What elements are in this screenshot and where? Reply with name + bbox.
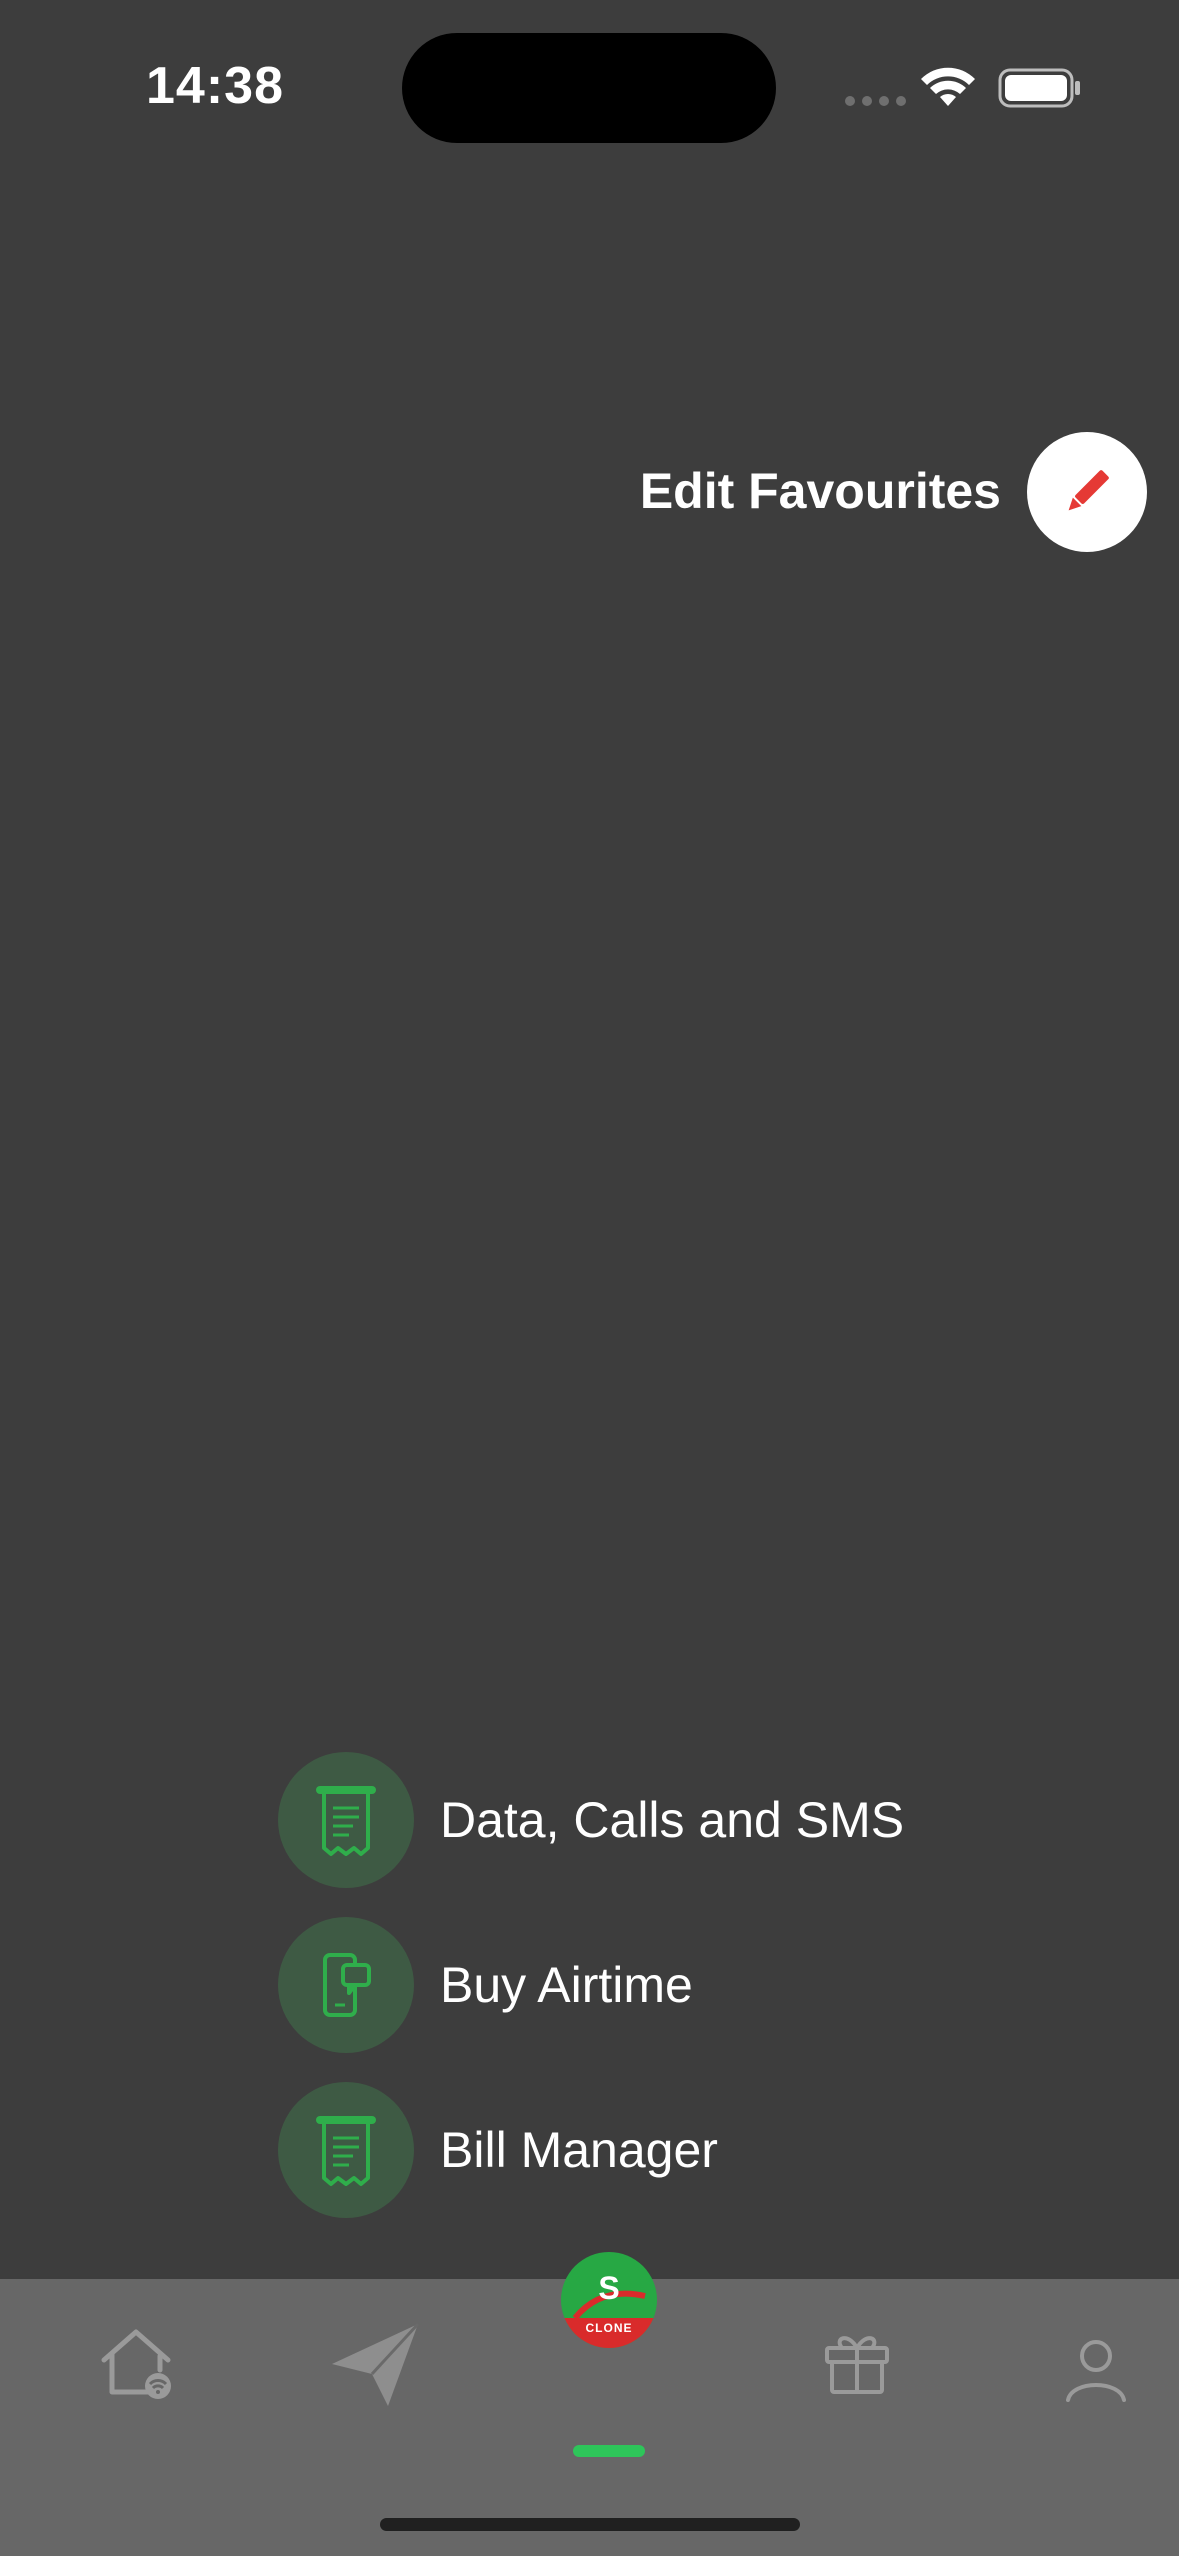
- logo-text: CLONE: [561, 2318, 657, 2348]
- cellular-signal-icon: [845, 96, 906, 106]
- action-label: Data, Calls and SMS: [440, 1792, 905, 1848]
- action-data-calls-sms[interactable]: Data, Calls and SMS: [278, 1752, 904, 1888]
- wifi-icon: [921, 67, 975, 106]
- tab-home[interactable]: [96, 2326, 176, 2400]
- edit-favourites-button[interactable]: [1027, 432, 1147, 552]
- status-time: 14:38: [146, 57, 284, 115]
- receipt-icon: [278, 1752, 414, 1888]
- home-wifi-icon: [101, 2329, 171, 2399]
- active-tab-indicator: [573, 2445, 645, 2457]
- gift-icon: [825, 2336, 889, 2394]
- action-buy-airtime[interactable]: Buy Airtime: [278, 1917, 693, 2053]
- edit-favourites-label[interactable]: Edit Favourites: [640, 462, 1001, 520]
- tab-profile[interactable]: [1064, 2338, 1128, 2402]
- action-label: Buy Airtime: [440, 1957, 693, 2013]
- phone-airtime-icon: [278, 1917, 414, 2053]
- profile-icon: [1066, 2340, 1126, 2402]
- home-indicator: [380, 2518, 800, 2531]
- battery-icon: [998, 68, 1080, 108]
- action-label: Bill Manager: [440, 2122, 718, 2178]
- tab-rewards[interactable]: [822, 2328, 892, 2396]
- tab-send[interactable]: [328, 2320, 422, 2410]
- logo-letter: S: [598, 2270, 620, 2306]
- receipt-icon: [278, 2082, 414, 2218]
- pencil-icon: [1068, 470, 1109, 511]
- action-bill-manager[interactable]: Bill Manager: [278, 2082, 718, 2218]
- dynamic-island: [402, 33, 776, 143]
- screen: 14:38 Edit Favourites Data, Calls and SM…: [0, 0, 1179, 2556]
- send-icon: [332, 2322, 420, 2406]
- app-logo[interactable]: S CLONE: [561, 2252, 657, 2348]
